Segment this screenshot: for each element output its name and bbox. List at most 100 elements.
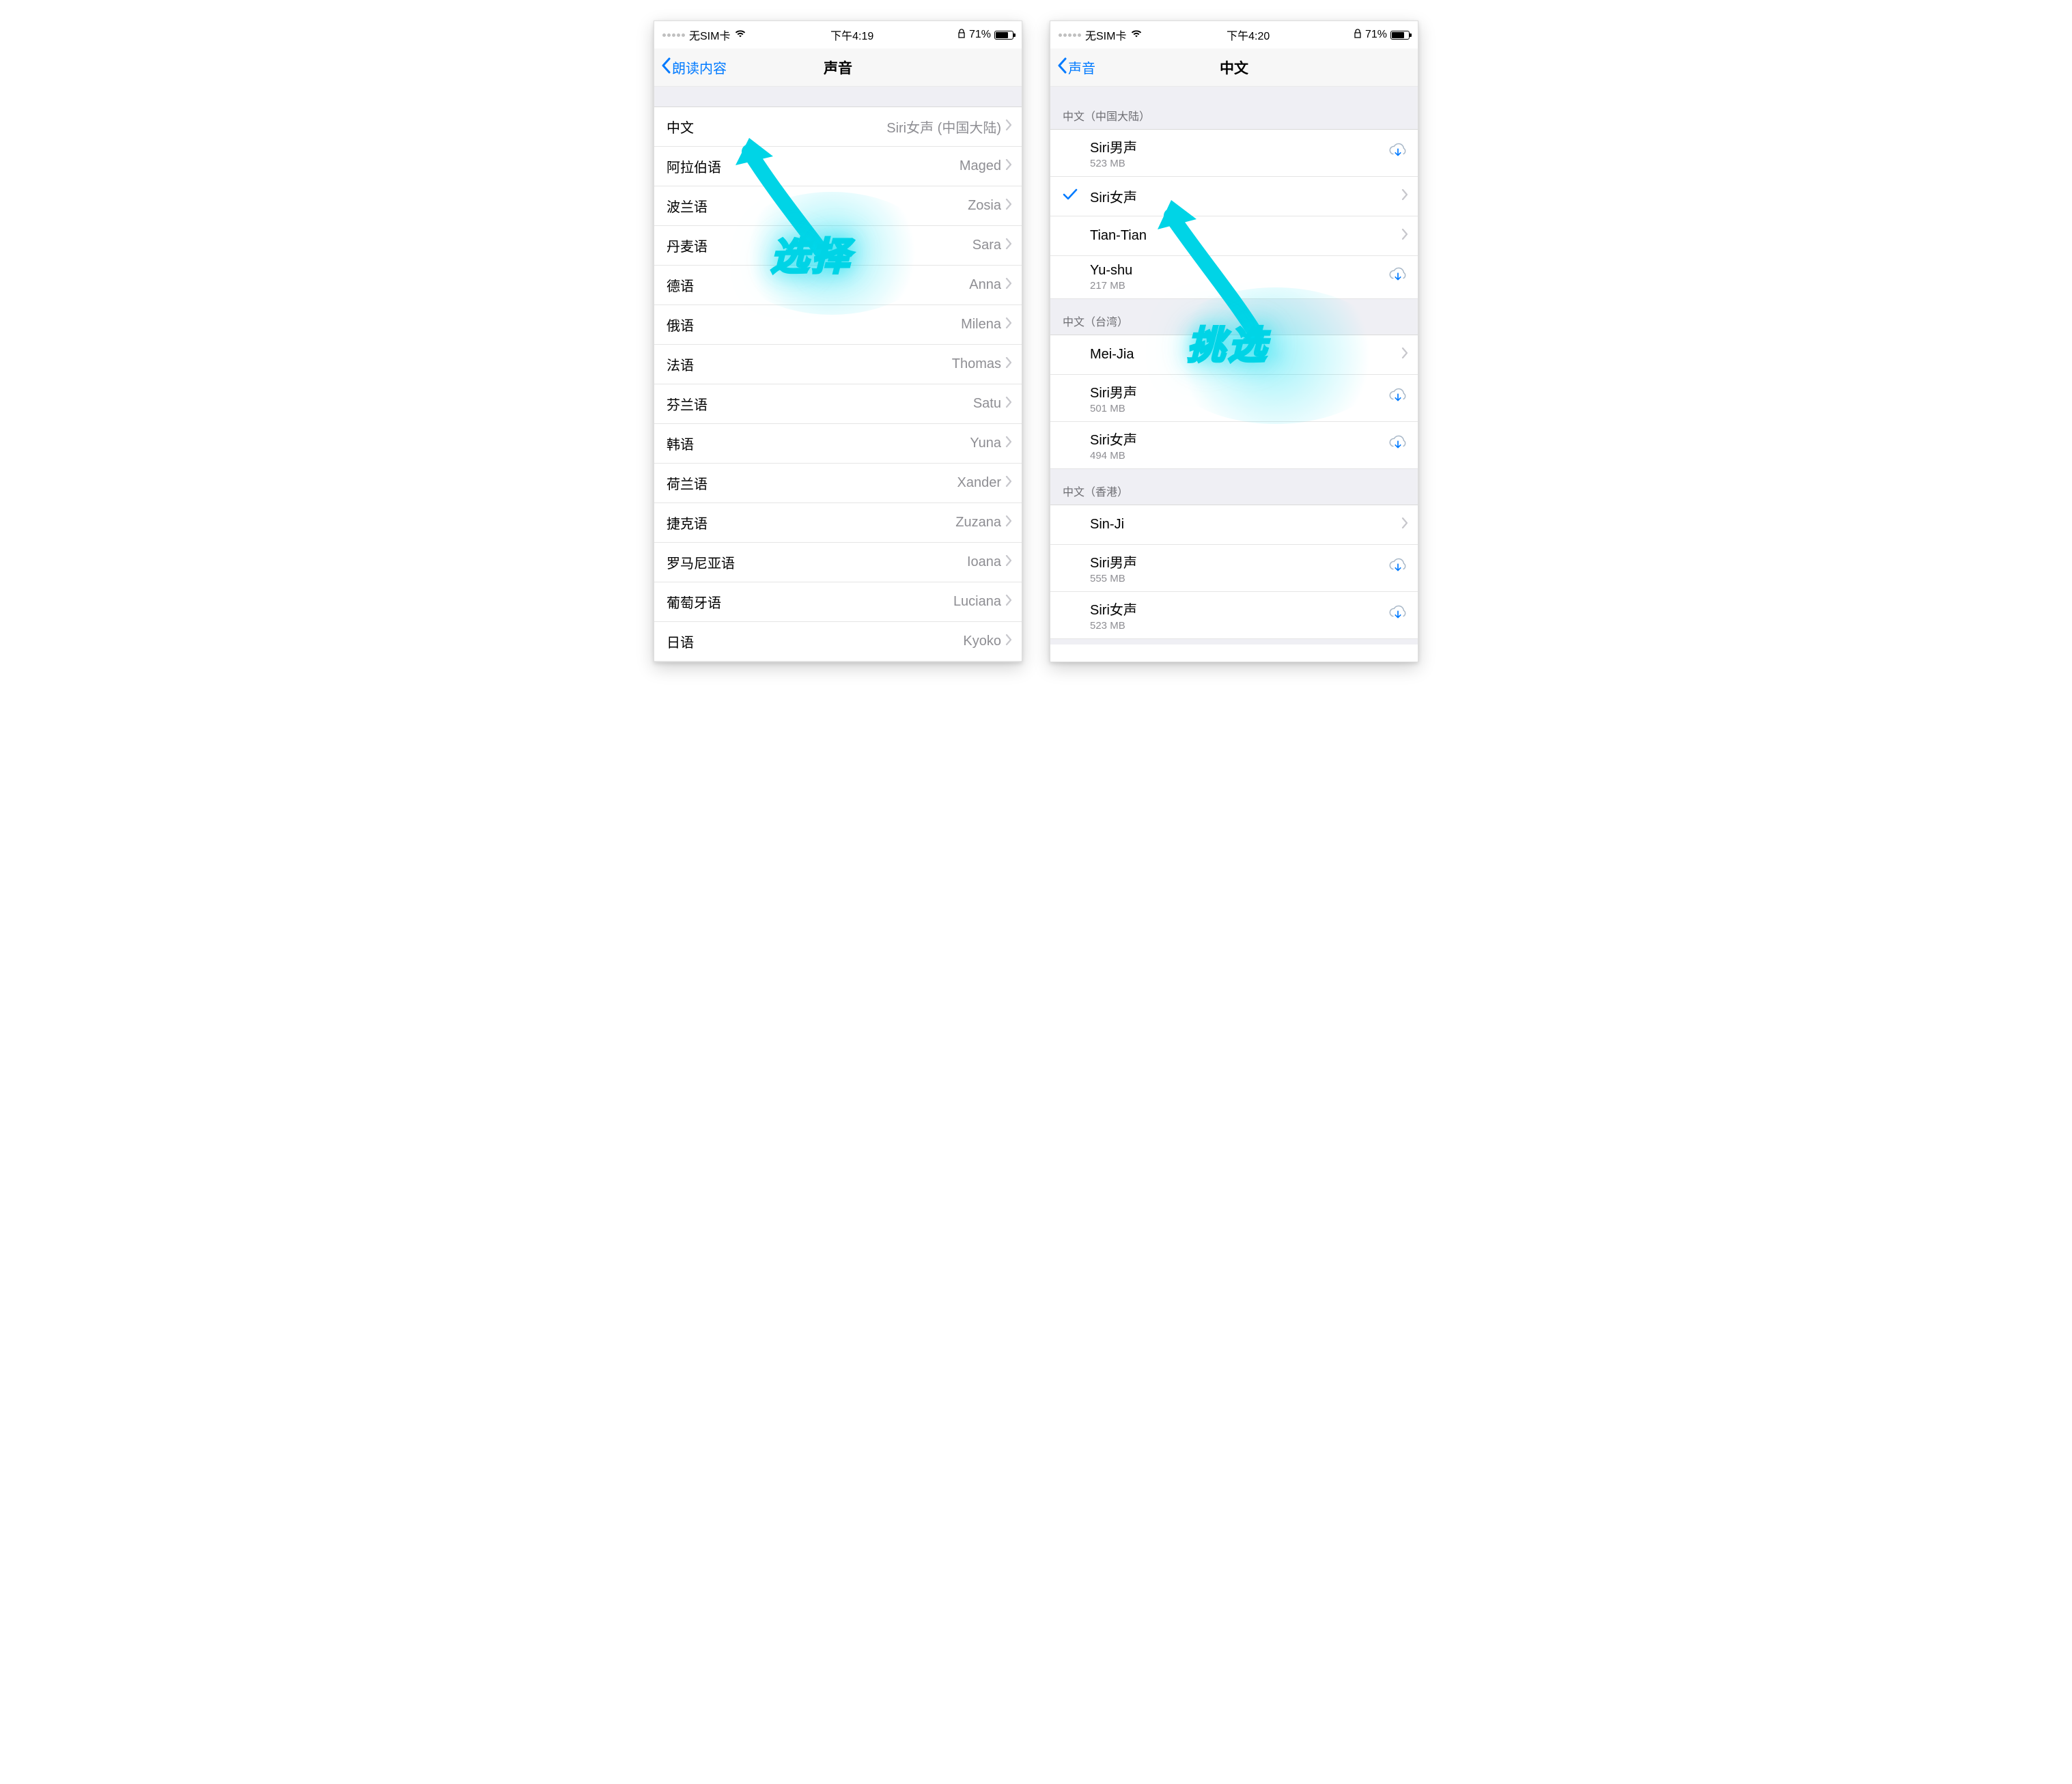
voice-size: 494 MB bbox=[1090, 450, 1388, 462]
cloud-download-icon[interactable] bbox=[1388, 387, 1408, 409]
carrier-label: 无SIM卡 bbox=[1085, 27, 1126, 43]
section-header: 中文（台湾） bbox=[1050, 299, 1418, 335]
back-label: 朗读内容 bbox=[672, 57, 727, 77]
language-label: 日语 bbox=[667, 632, 694, 651]
language-row[interactable]: 中文 Siri女声 (中国大陆) bbox=[654, 107, 1022, 147]
voice-size: 523 MB bbox=[1090, 620, 1388, 632]
voice-size: 555 MB bbox=[1090, 573, 1388, 584]
language-label: 法语 bbox=[667, 354, 694, 374]
nav-header: 声音 中文 bbox=[1050, 48, 1418, 87]
language-row[interactable]: 俄语 Milena bbox=[654, 305, 1022, 345]
language-label: 芬兰语 bbox=[667, 394, 708, 414]
voice-row[interactable]: Siri女声523 MB bbox=[1050, 592, 1418, 639]
cloud-download-icon[interactable] bbox=[1388, 434, 1408, 456]
chevron-right-icon bbox=[1005, 594, 1012, 610]
voice-detail: Xander bbox=[957, 475, 1002, 491]
chevron-right-icon bbox=[1005, 238, 1012, 253]
voice-detail: Zuzana bbox=[955, 515, 1001, 530]
voice-label: Mei-Jia bbox=[1090, 347, 1401, 363]
language-row[interactable]: 罗马尼亚语Ioana bbox=[654, 543, 1022, 582]
voice-detail: Anna bbox=[969, 277, 1001, 293]
chevron-right-icon bbox=[1005, 436, 1012, 451]
language-row[interactable]: 捷克语 Zuzana bbox=[654, 503, 1022, 543]
voice-row[interactable]: Siri女声494 MB bbox=[1050, 422, 1418, 469]
voice-row[interactable]: Yu-shu217 MB bbox=[1050, 256, 1418, 299]
voice-detail: Thomas bbox=[952, 356, 1001, 372]
nav-header: 朗读内容 声音 bbox=[654, 48, 1022, 87]
voice-size: 501 MB bbox=[1090, 403, 1388, 414]
language-row[interactable]: 波兰语Zosia bbox=[654, 186, 1022, 226]
voice-size: 217 MB bbox=[1090, 280, 1388, 292]
language-label: 丹麦语 bbox=[667, 236, 708, 255]
language-row[interactable]: 日语Kyoko bbox=[654, 622, 1022, 662]
voice-label: Siri女声 bbox=[1090, 599, 1388, 619]
chevron-right-icon bbox=[1005, 475, 1012, 491]
cloud-download-icon[interactable] bbox=[1388, 266, 1408, 288]
language-row[interactable]: 法语 Thomas bbox=[654, 345, 1022, 384]
voice-label: Siri男声 bbox=[1090, 552, 1388, 571]
chevron-right-icon bbox=[1401, 228, 1408, 244]
back-button[interactable]: 声音 bbox=[1057, 57, 1095, 78]
voice-row[interactable]: Siri男声 523 MB bbox=[1050, 130, 1418, 177]
voice-detail: Maged bbox=[960, 158, 1001, 174]
carrier-label: 无SIM卡 bbox=[689, 27, 730, 43]
voice-label: Siri男声 bbox=[1090, 137, 1388, 156]
row-lead bbox=[1063, 188, 1090, 205]
language-label: 俄语 bbox=[667, 315, 694, 335]
language-row[interactable]: 荷兰语 Xander bbox=[654, 464, 1022, 503]
battery-pct-label: 71% bbox=[969, 29, 991, 41]
check-icon bbox=[1063, 188, 1078, 205]
voice-row[interactable]: Tian-Tian bbox=[1050, 216, 1418, 256]
voice-row[interactable]: Mei-Jia bbox=[1050, 335, 1418, 375]
voice-detail: Satu bbox=[973, 396, 1001, 412]
voice-row[interactable]: Siri男声 501 MB bbox=[1050, 375, 1418, 422]
back-button[interactable]: 朗读内容 bbox=[661, 57, 727, 78]
language-row[interactable]: 葡萄牙语Luciana bbox=[654, 582, 1022, 622]
voice-detail: Ioana bbox=[967, 554, 1001, 570]
phone-left: 无SIM卡 下午4:19 71% 朗读内容 声音 中文Siri女声 (中国大陆)… bbox=[654, 20, 1022, 662]
voice-detail: Siri女声 (中国大陆) bbox=[886, 117, 1001, 137]
voice-detail: Milena bbox=[961, 317, 1001, 332]
chevron-right-icon bbox=[1401, 517, 1408, 533]
language-label: 中文 bbox=[667, 117, 694, 137]
cloud-download-icon[interactable] bbox=[1388, 604, 1408, 626]
voice-row[interactable]: Siri女声 bbox=[1050, 177, 1418, 216]
cloud-download-icon[interactable] bbox=[1388, 142, 1408, 164]
voice-detail: Sara bbox=[972, 238, 1001, 253]
voice-label: Tian-Tian bbox=[1090, 228, 1401, 244]
section-spacer bbox=[654, 87, 1022, 107]
language-row[interactable]: 阿拉伯语Maged bbox=[654, 147, 1022, 186]
voice-size: 523 MB bbox=[1090, 158, 1388, 169]
lock-icon bbox=[957, 29, 966, 42]
voice-detail: Yuna bbox=[970, 436, 1001, 451]
voice-label: Siri女声 bbox=[1090, 186, 1401, 206]
cloud-download-icon[interactable] bbox=[1388, 557, 1408, 579]
chevron-right-icon bbox=[1005, 198, 1012, 214]
voice-row[interactable]: Sin-Ji bbox=[1050, 505, 1418, 545]
language-label: 捷克语 bbox=[667, 513, 708, 533]
chevron-right-icon bbox=[1401, 188, 1408, 204]
voice-row[interactable]: Siri男声 555 MB bbox=[1050, 545, 1418, 592]
language-row[interactable]: 德语Anna bbox=[654, 266, 1022, 305]
battery-pct-label: 71% bbox=[1365, 29, 1387, 41]
chevron-right-icon bbox=[1005, 119, 1012, 134]
language-row[interactable]: 韩语Yuna bbox=[654, 424, 1022, 464]
language-row[interactable]: 丹麦语 Sara bbox=[654, 226, 1022, 266]
voice-list: 中文（中国大陆）Siri男声523 MBSiri女声Tian-TianYu-sh… bbox=[1050, 87, 1418, 639]
chevron-right-icon bbox=[1005, 317, 1012, 332]
voice-detail: Zosia bbox=[968, 198, 1001, 214]
language-label: 荷兰语 bbox=[667, 473, 708, 493]
voice-detail: Luciana bbox=[953, 594, 1001, 610]
page-title: 中文 bbox=[1050, 57, 1418, 78]
language-row[interactable]: 芬兰语 Satu bbox=[654, 384, 1022, 424]
signal-dots-icon bbox=[662, 33, 685, 37]
battery-icon bbox=[994, 31, 1013, 40]
voice-label: Yu-shu bbox=[1090, 263, 1388, 279]
voice-label: Siri女声 bbox=[1090, 429, 1388, 449]
voice-label: Siri男声 bbox=[1090, 382, 1388, 401]
phone-right: 无SIM卡 下午4:20 71% 声音 中文 中文（中国大陆）Siri男声523… bbox=[1050, 20, 1418, 662]
voice-label: Sin-Ji bbox=[1090, 517, 1401, 533]
wifi-icon bbox=[734, 29, 746, 42]
wifi-icon bbox=[1130, 29, 1143, 42]
chevron-left-icon bbox=[661, 57, 672, 78]
